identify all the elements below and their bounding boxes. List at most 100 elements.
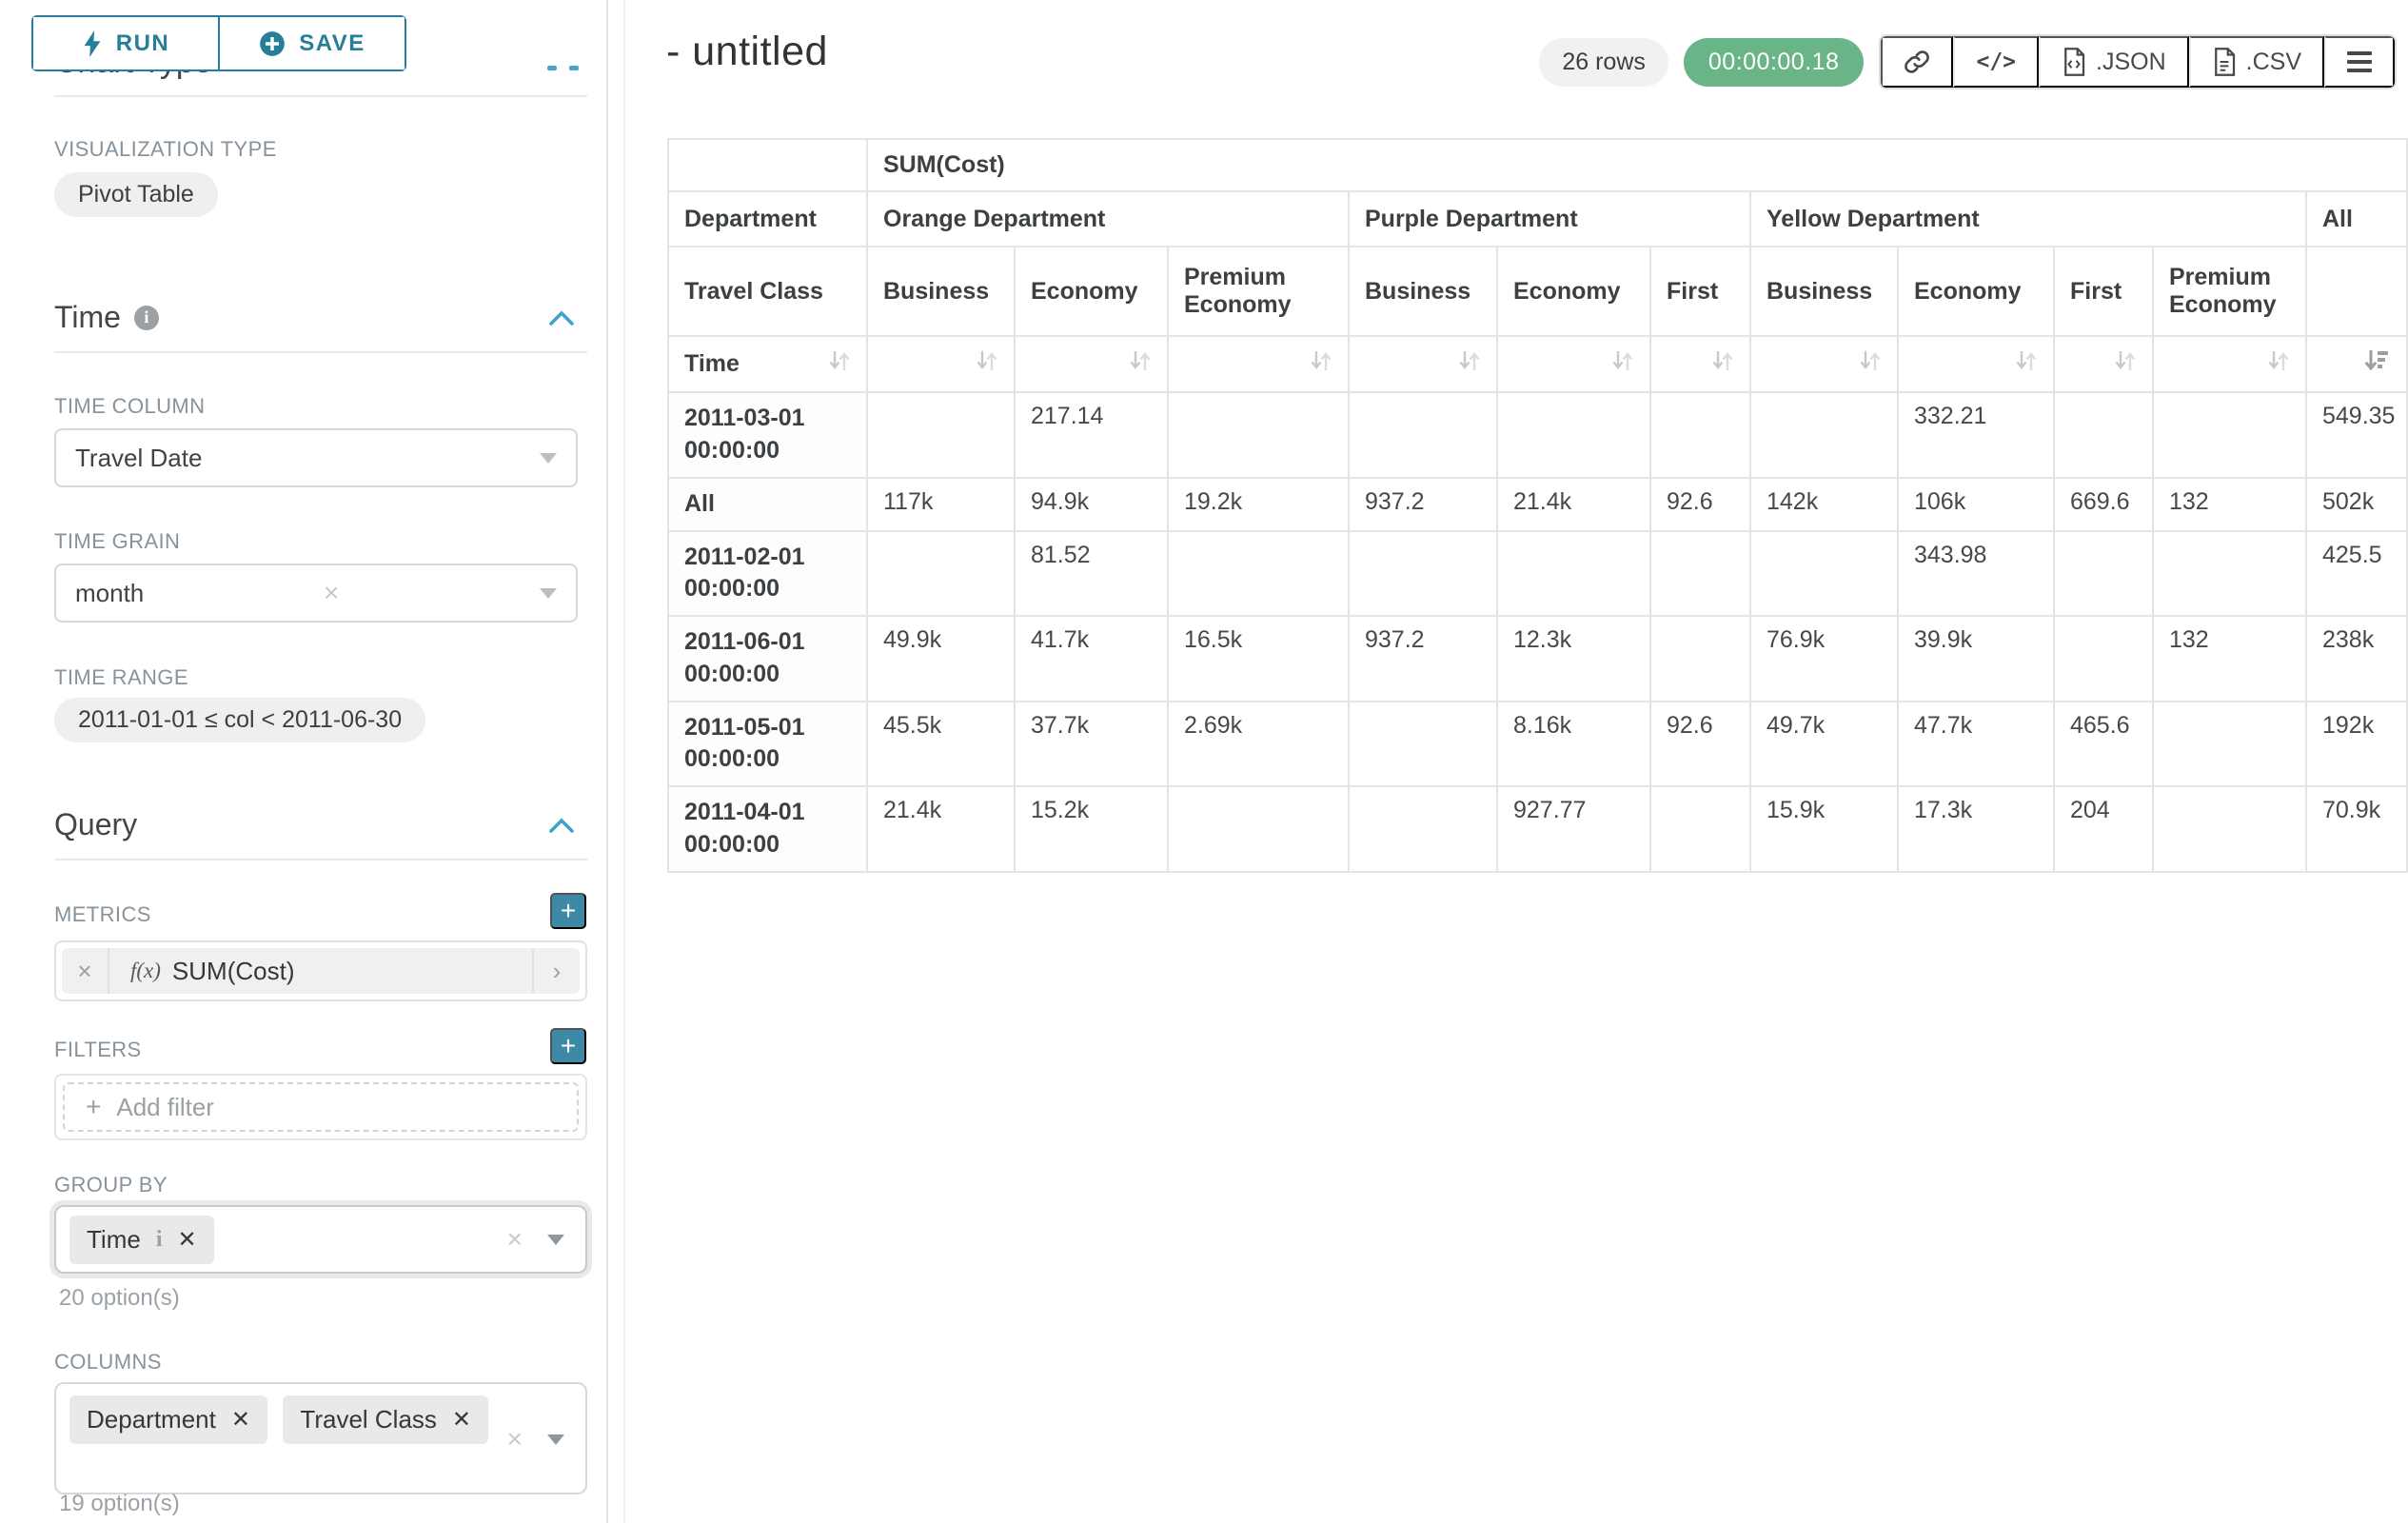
pivot-value-cell: 465.6 xyxy=(2054,702,2153,787)
menu-button[interactable] xyxy=(2324,36,2395,88)
pivot-value-cell: 204 xyxy=(2054,786,2153,872)
pivot-col-header xyxy=(2306,247,2407,336)
sort-icon[interactable] xyxy=(1456,346,1481,382)
time-range-pill[interactable]: 2011-01-01 ≤ col < 2011-06-30 xyxy=(54,698,425,742)
sort-desc-icon[interactable] xyxy=(2362,346,2391,382)
save-button[interactable]: SAVE xyxy=(218,17,405,69)
pivot-sort-cell[interactable] xyxy=(1015,336,1168,392)
chevron-down-icon xyxy=(547,1434,564,1445)
pivot-value-cell: 47.7k xyxy=(1898,702,2054,787)
export-json-button[interactable]: .JSON xyxy=(2039,36,2189,88)
remove-pill-icon[interactable]: ✕ xyxy=(452,1406,471,1434)
sort-icon[interactable] xyxy=(1857,346,1882,382)
pivot-row-header: 2011-03-01 00:00:00 xyxy=(668,392,867,478)
pivot-value-cell: 669.6 xyxy=(2054,478,2153,531)
export-csv-label: .CSV xyxy=(2246,49,2301,76)
pivot-corner-cell xyxy=(668,139,867,191)
chevron-right-icon[interactable]: › xyxy=(532,948,580,994)
table-row: 2011-06-01 00:00:0049.9k41.7k16.5k937.21… xyxy=(668,616,2407,702)
group-by-select[interactable]: Time i ✕ × xyxy=(54,1205,587,1274)
pivot-value-cell: 70.9k xyxy=(2306,786,2407,872)
pivot-sort-cell[interactable] xyxy=(1650,336,1750,392)
pivot-sort-cell[interactable]: Time xyxy=(668,336,867,392)
pivot-value-cell xyxy=(1168,786,1349,872)
pivot-department-dim-header: Department xyxy=(668,191,867,247)
pivot-value-cell xyxy=(1168,392,1349,478)
pivot-value-cell xyxy=(867,531,1015,617)
sort-icon[interactable] xyxy=(1609,346,1634,382)
file-text-icon xyxy=(2212,48,2237,76)
sort-icon[interactable] xyxy=(1127,346,1152,382)
plus-circle-icon xyxy=(259,30,286,57)
sort-icon[interactable] xyxy=(2013,346,2038,382)
collapse-chevron-icon[interactable] xyxy=(549,818,574,833)
pivot-sort-cell[interactable] xyxy=(1168,336,1349,392)
plus-icon: + xyxy=(86,1092,101,1122)
pivot-sort-cell[interactable] xyxy=(1898,336,2054,392)
remove-pill-icon[interactable]: ✕ xyxy=(231,1406,250,1434)
time-column-select[interactable]: Travel Date xyxy=(54,428,578,487)
add-metric-button[interactable]: + xyxy=(550,893,586,929)
pivot-value-cell xyxy=(1349,786,1497,872)
pivot-row-header: 2011-05-01 00:00:00 xyxy=(668,702,867,787)
query-section-title: Query xyxy=(54,807,137,842)
pivot-value-cell: 937.2 xyxy=(1349,616,1497,702)
remove-pill-icon[interactable]: ✕ xyxy=(177,1226,196,1254)
collapse-chevron-icon[interactable] xyxy=(549,310,574,326)
time-section-header: Time i xyxy=(54,300,587,335)
run-button[interactable]: RUN xyxy=(33,17,218,69)
pivot-sort-cell[interactable] xyxy=(2153,336,2306,392)
viz-type-pill[interactable]: Pivot Table xyxy=(54,172,218,217)
export-csv-button[interactable]: .CSV xyxy=(2189,36,2324,88)
time-section-title: Time xyxy=(54,300,121,335)
pivot-sort-cell[interactable] xyxy=(867,336,1015,392)
columns-select-controls: × xyxy=(507,1424,564,1454)
pivot-value-cell xyxy=(2054,616,2153,702)
time-grain-select[interactable]: month × xyxy=(54,564,578,623)
pivot-value-cell: 49.7k xyxy=(1750,702,1898,787)
pivot-sort-cell[interactable] xyxy=(1349,336,1497,392)
sort-icon[interactable] xyxy=(1308,346,1332,382)
pivot-value-cell: 142k xyxy=(1750,478,1898,531)
sort-icon[interactable] xyxy=(826,346,851,382)
pivot-value-cell xyxy=(2153,702,2306,787)
add-filter-plus-button[interactable]: + xyxy=(550,1028,586,1064)
pivot-value-cell: 41.7k xyxy=(1015,616,1168,702)
pivot-sort-cell[interactable] xyxy=(2306,336,2407,392)
pivot-sort-cell[interactable] xyxy=(1497,336,1650,392)
panel-top-dots xyxy=(547,66,579,70)
pivot-row-header: All xyxy=(668,478,867,531)
chart-title[interactable]: - untitled xyxy=(666,29,828,75)
pivot-value-cell: 927.77 xyxy=(1497,786,1650,872)
sort-icon[interactable] xyxy=(974,346,998,382)
remove-metric-icon[interactable]: × xyxy=(62,948,109,994)
pivot-value-cell: 217.14 xyxy=(1015,392,1168,478)
table-row: 2011-03-01 00:00:00217.14332.21549.35 xyxy=(668,392,2407,478)
add-filter-button[interactable]: + Add filter xyxy=(63,1082,579,1132)
share-link-button[interactable] xyxy=(1881,36,1953,88)
pivot-value-cell: 81.52 xyxy=(1015,531,1168,617)
table-row: 2011-04-01 00:00:0021.4k15.2k927.7715.9k… xyxy=(668,786,2407,872)
view-query-button[interactable]: </> xyxy=(1953,36,2039,88)
file-code-icon xyxy=(2062,48,2086,76)
pivot-value-cell: 8.16k xyxy=(1497,702,1650,787)
pivot-value-cell: 343.98 xyxy=(1898,531,2054,617)
sort-icon[interactable] xyxy=(2265,346,2290,382)
pivot-value-cell xyxy=(1650,616,1750,702)
chevron-down-icon xyxy=(540,588,557,599)
metric-pill[interactable]: × f(x) SUM(Cost) › xyxy=(62,948,580,994)
info-icon: i xyxy=(134,306,159,330)
pivot-value-cell xyxy=(1650,531,1750,617)
pivot-value-cell xyxy=(1650,392,1750,478)
sort-icon[interactable] xyxy=(2112,346,2137,382)
clear-icon[interactable]: × xyxy=(507,1424,523,1454)
clear-icon[interactable]: × xyxy=(324,580,339,606)
columns-select[interactable]: Department ✕ Travel Class ✕ × xyxy=(54,1382,587,1494)
pivot-value-cell xyxy=(867,392,1015,478)
time-range-label: TIME RANGE xyxy=(54,665,188,690)
sort-icon[interactable] xyxy=(1709,346,1734,382)
pivot-value-cell xyxy=(2153,392,2306,478)
pivot-sort-cell[interactable] xyxy=(1750,336,1898,392)
pivot-sort-cell[interactable] xyxy=(2054,336,2153,392)
clear-icon[interactable]: × xyxy=(507,1224,523,1255)
